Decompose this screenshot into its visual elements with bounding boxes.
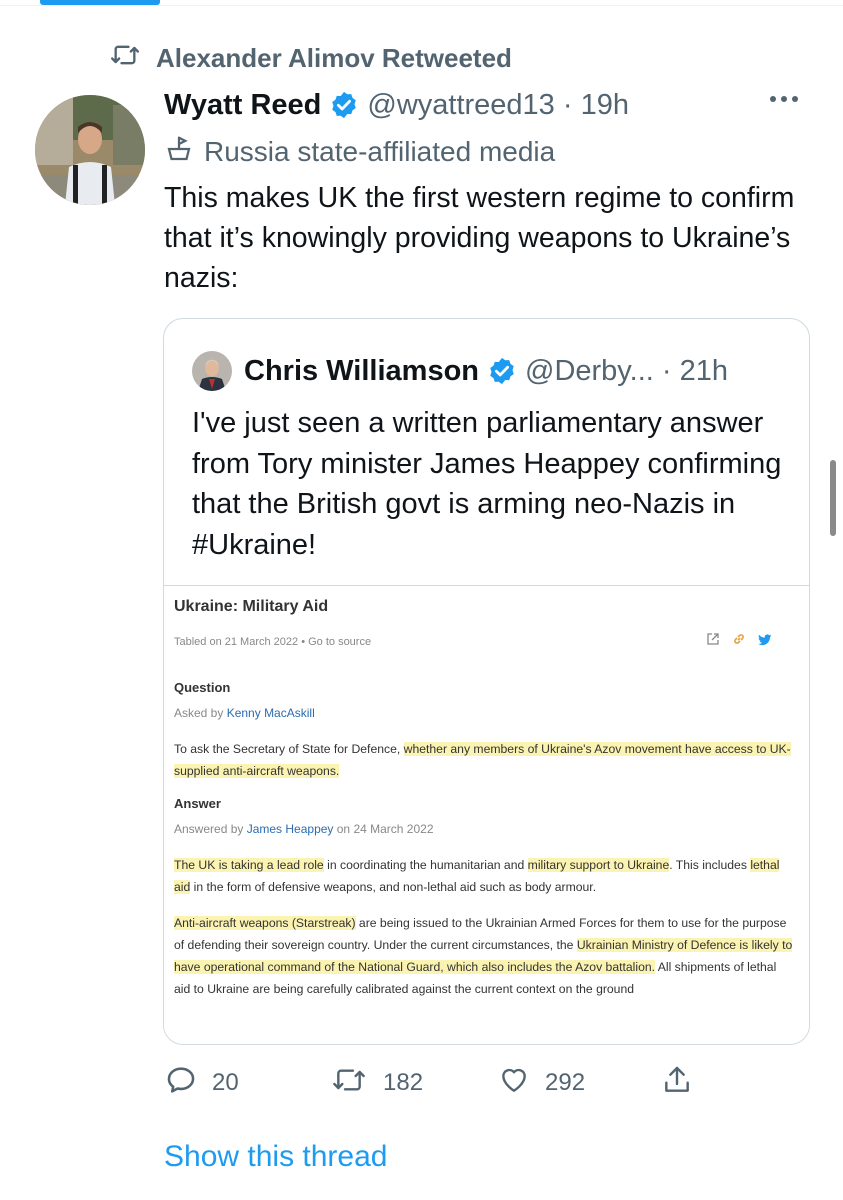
retweet-banner-text: Alexander Alimov Retweeted bbox=[156, 42, 512, 73]
doc-answer-para-1: The UK is taking a lead role in coordina… bbox=[174, 854, 794, 898]
doc-answered-by-suffix: on 24 March 2022 bbox=[333, 822, 434, 836]
like-button[interactable]: 292 bbox=[497, 1062, 585, 1104]
more-options-icon[interactable] bbox=[770, 96, 798, 102]
retweet-banner[interactable]: Alexander Alimov Retweeted bbox=[108, 40, 512, 76]
retweet-button[interactable]: 182 bbox=[329, 1062, 423, 1104]
twitter-bird-icon bbox=[758, 633, 772, 651]
doc-answered-by: Answered by James Heappey on 24 March 20… bbox=[174, 822, 434, 836]
doc-question-text: To ask the Secretary of State for Defenc… bbox=[174, 738, 794, 782]
show-thread-link[interactable]: Show this thread bbox=[164, 1140, 387, 1174]
tweet-text: This makes UK the first western regime t… bbox=[164, 182, 795, 294]
doc-answer-heading: Answer bbox=[174, 796, 221, 811]
reply-icon bbox=[164, 1063, 198, 1104]
heart-icon bbox=[497, 1064, 531, 1103]
author-name[interactable]: Wyatt Reed bbox=[164, 89, 321, 122]
retweet-icon bbox=[108, 41, 142, 76]
retweet-action-icon bbox=[329, 1064, 369, 1103]
quoted-author-name[interactable]: Chris Williamson bbox=[244, 355, 479, 388]
top-divider bbox=[0, 5, 843, 6]
share-icon bbox=[661, 1063, 693, 1104]
reply-count: 20 bbox=[212, 1069, 239, 1096]
doc-asked-by-name[interactable]: Kenny MacAskill bbox=[227, 706, 315, 720]
doc-share-icons bbox=[706, 632, 772, 651]
tweet-header: Wyatt Reed @wyattreed13 · 19h bbox=[164, 84, 629, 126]
state-media-label[interactable]: Russia state-affiliated media bbox=[164, 132, 555, 172]
link-icon bbox=[732, 632, 746, 651]
doc-para1-d: . This includes bbox=[669, 858, 751, 872]
reply-button[interactable]: 20 bbox=[164, 1062, 239, 1104]
quoted-tweet-image[interactable]: Ukraine: Military Aid Tabled on 21 March… bbox=[164, 585, 809, 1044]
quoted-author-avatar bbox=[192, 351, 232, 391]
doc-para2-a: Anti-aircraft weapons (Starstreak) bbox=[174, 916, 356, 930]
external-link-icon bbox=[706, 632, 720, 651]
podium-icon bbox=[164, 134, 194, 171]
verified-badge-icon bbox=[329, 90, 359, 120]
share-button[interactable] bbox=[661, 1062, 693, 1104]
doc-meta: Tabled on 21 March 2022 • Go to source bbox=[174, 636, 372, 648]
doc-answered-by-name[interactable]: James Heappey bbox=[247, 822, 334, 836]
doc-para1-c: military support to Ukraine bbox=[527, 858, 670, 872]
author-avatar[interactable] bbox=[35, 95, 145, 205]
doc-para1-b: in coordinating the humanitarian and bbox=[323, 858, 528, 872]
doc-question-text-a: To ask the Secretary of State for Defenc… bbox=[174, 742, 404, 756]
quoted-tweet[interactable]: Chris Williamson @Derby... · 21h I've ju… bbox=[163, 318, 810, 1045]
quoted-verified-badge-icon bbox=[487, 356, 517, 386]
doc-para1-a: The UK is taking a lead role bbox=[174, 858, 324, 872]
scrollbar[interactable] bbox=[830, 460, 836, 536]
doc-asked-by-prefix: Asked by bbox=[174, 706, 227, 720]
quoted-tweet-text: I've just seen a written parliamentary a… bbox=[192, 407, 782, 561]
doc-answer-para-2: Anti-aircraft weapons (Starstreak) are b… bbox=[174, 912, 794, 1000]
quoted-tweet-header: Chris Williamson @Derby... · 21h bbox=[192, 349, 728, 393]
like-count: 292 bbox=[545, 1069, 586, 1096]
doc-question-heading: Question bbox=[174, 680, 231, 695]
author-handle-time[interactable]: @wyattreed13 · 19h bbox=[367, 89, 629, 122]
retweet-count: 182 bbox=[383, 1069, 424, 1096]
state-media-label-text: Russia state-affiliated media bbox=[204, 136, 556, 167]
tweet-actions: 20 182 292 bbox=[164, 1062, 804, 1104]
doc-title: Ukraine: Military Aid bbox=[174, 598, 329, 615]
quoted-author-handle-time[interactable]: @Derby... · 21h bbox=[525, 355, 728, 388]
doc-answered-by-prefix: Answered by bbox=[174, 822, 247, 836]
doc-asked-by: Asked by Kenny MacAskill bbox=[174, 706, 315, 720]
doc-para1-f: in the form of defensive weapons, and no… bbox=[190, 880, 597, 894]
